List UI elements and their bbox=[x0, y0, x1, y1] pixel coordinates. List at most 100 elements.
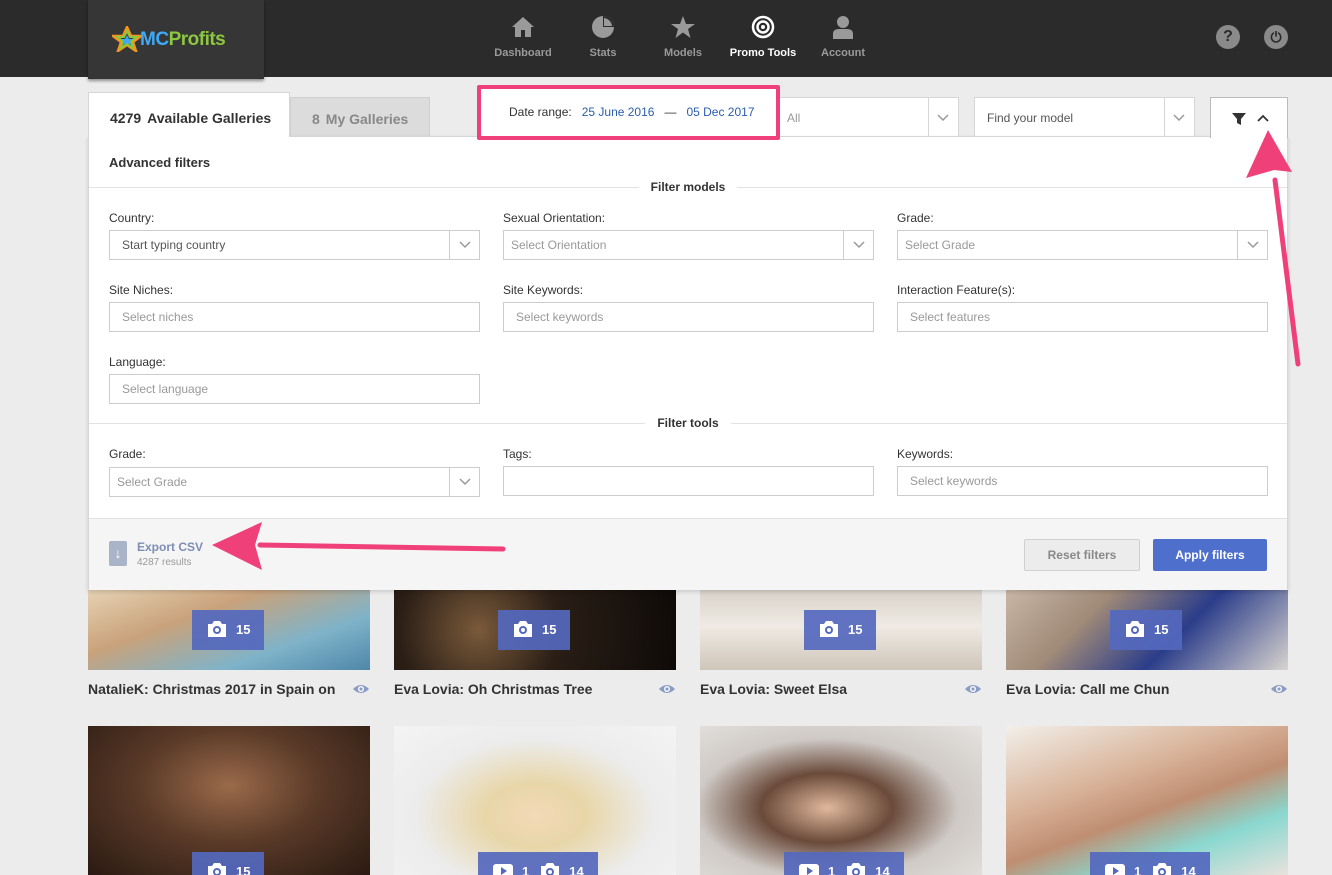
tab-available-galleries[interactable]: 4279 Available Galleries bbox=[88, 92, 290, 137]
page: MCProfits Dashboard Stats Models Promo T… bbox=[0, 0, 1332, 875]
site-keywords-label: Site Keywords: bbox=[503, 283, 584, 297]
nav-account-label: Account bbox=[821, 47, 865, 59]
camera-icon bbox=[847, 863, 866, 875]
pie-chart-icon bbox=[592, 16, 614, 38]
logo-text: MCProfits bbox=[140, 29, 226, 50]
niches-field[interactable]: Select niches bbox=[109, 302, 480, 332]
apply-filters-button[interactable]: Apply filters bbox=[1153, 539, 1267, 571]
model-search-select[interactable]: Find your model bbox=[974, 97, 1195, 138]
chevron-down-icon bbox=[1237, 231, 1267, 259]
tab-my-galleries[interactable]: 8 My Galleries bbox=[290, 97, 430, 137]
eye-icon[interactable] bbox=[352, 683, 370, 695]
photo-count-badge: 15 bbox=[192, 852, 265, 875]
date-separator: — bbox=[664, 105, 677, 119]
download-icon[interactable]: ↓ bbox=[109, 541, 127, 566]
nav-account[interactable]: Account bbox=[803, 14, 883, 59]
photo-count-badge: 15 bbox=[192, 610, 265, 650]
gallery-title[interactable]: Eva Lovia: Oh Christmas Tree bbox=[394, 681, 592, 697]
video-icon bbox=[799, 864, 819, 875]
nav-models[interactable]: Models bbox=[643, 14, 723, 59]
logo[interactable]: MCProfits bbox=[88, 0, 264, 79]
camera-icon bbox=[208, 621, 226, 638]
eye-icon[interactable] bbox=[964, 683, 982, 695]
funnel-icon bbox=[1232, 113, 1246, 125]
keywords-placeholder: Select keywords bbox=[910, 474, 998, 488]
camera-icon bbox=[514, 621, 532, 638]
language-field[interactable]: Select language bbox=[109, 374, 480, 404]
keywords-field[interactable]: Select keywords bbox=[897, 466, 1268, 496]
video-icon bbox=[493, 864, 513, 875]
language-placeholder: Select language bbox=[122, 382, 209, 396]
advanced-filter-toggle[interactable] bbox=[1210, 97, 1288, 138]
photo-count-badge: 15 bbox=[804, 610, 877, 650]
camera-icon bbox=[541, 863, 560, 875]
filter-models-heading: Filter models bbox=[89, 180, 1287, 194]
nav-stats-label: Stats bbox=[589, 47, 617, 59]
country-placeholder: Start typing country bbox=[122, 238, 226, 252]
model-search-placeholder: Find your model bbox=[987, 111, 1074, 125]
nav-dashboard[interactable]: Dashboard bbox=[483, 14, 563, 59]
camera-icon bbox=[820, 621, 838, 638]
tab-my-label: My Galleries bbox=[325, 111, 409, 127]
available-count: 4279 bbox=[110, 110, 142, 126]
nav-promo-tools-label: Promo Tools bbox=[729, 47, 797, 59]
advanced-filters-title: Advanced filters bbox=[109, 155, 211, 170]
export-csv-link[interactable]: Export CSV bbox=[137, 540, 203, 554]
language-label: Language: bbox=[109, 355, 166, 369]
eye-icon[interactable] bbox=[658, 683, 676, 695]
date-range-picker[interactable]: Date range: 25 June 2016 — 05 Dec 2017 bbox=[477, 85, 780, 140]
chevron-down-icon bbox=[843, 231, 873, 259]
niches-label: Site Niches: bbox=[109, 283, 174, 297]
orientation-label: Sexual Orientation: bbox=[503, 211, 606, 225]
tool-grade-label: Grade: bbox=[109, 447, 146, 461]
star-icon bbox=[671, 16, 695, 38]
grade-label: Grade: bbox=[897, 211, 934, 225]
gallery-title[interactable]: Eva Lovia: Call me Chun bbox=[1006, 681, 1169, 697]
my-count: 8 bbox=[312, 111, 320, 127]
tab-available-label: Available Galleries bbox=[147, 110, 272, 126]
advanced-filters-panel: Advanced filters Filter models Country: … bbox=[88, 136, 1288, 590]
filters-footer: ↓ Export CSV 4287 results Reset filters … bbox=[89, 518, 1287, 590]
media-count-badge: 1 14 bbox=[784, 852, 904, 875]
site-keywords-field[interactable]: Select keywords bbox=[503, 302, 874, 332]
gallery-title[interactable]: Eva Lovia: Sweet Elsa bbox=[700, 681, 847, 697]
nav-dashboard-label: Dashboard bbox=[494, 47, 552, 59]
country-label: Country: bbox=[109, 211, 155, 225]
filter-tools-heading: Filter tools bbox=[89, 416, 1287, 430]
interaction-placeholder: Select features bbox=[910, 310, 991, 324]
reset-filters-button[interactable]: Reset filters bbox=[1024, 539, 1140, 571]
interaction-label: Interaction Feature(s): bbox=[897, 283, 1016, 297]
camera-icon bbox=[1153, 863, 1172, 875]
grade-select[interactable]: Select Grade bbox=[897, 230, 1268, 260]
home-icon bbox=[512, 17, 534, 37]
type-select-value: All bbox=[787, 111, 801, 125]
site-keywords-placeholder: Select keywords bbox=[516, 310, 604, 324]
date-range-label: Date range: bbox=[509, 105, 572, 119]
nav-promo-tools[interactable]: Promo Tools bbox=[723, 14, 803, 59]
date-to[interactable]: 05 Dec 2017 bbox=[686, 105, 754, 119]
top-navigation-bar: MCProfits Dashboard Stats Models Promo T… bbox=[0, 0, 1332, 79]
video-icon bbox=[1105, 864, 1125, 875]
tool-grade-select[interactable]: Select Grade bbox=[109, 467, 480, 497]
tags-field[interactable] bbox=[503, 466, 874, 496]
photo-count-badge: 15 bbox=[1110, 610, 1183, 650]
keywords-label: Keywords: bbox=[897, 447, 954, 461]
orientation-select[interactable]: Select Orientation bbox=[503, 230, 874, 260]
media-count-badge: 1 14 bbox=[1090, 852, 1210, 875]
target-icon bbox=[751, 15, 775, 39]
help-icon[interactable]: ? bbox=[1216, 25, 1240, 49]
orientation-placeholder: Select Orientation bbox=[511, 238, 607, 252]
country-field[interactable]: Start typing country bbox=[109, 230, 480, 260]
chevron-up-icon bbox=[1257, 114, 1269, 122]
niches-placeholder: Select niches bbox=[122, 310, 194, 324]
nav-stats[interactable]: Stats bbox=[563, 14, 643, 59]
gallery-title[interactable]: NatalieK: Christmas 2017 in Spain on bbox=[88, 681, 335, 697]
logo-star-icon bbox=[112, 26, 142, 52]
date-from[interactable]: 25 June 2016 bbox=[582, 105, 655, 119]
eye-icon[interactable] bbox=[1270, 683, 1288, 695]
power-icon[interactable]: ⏻ bbox=[1264, 25, 1288, 49]
interaction-field[interactable]: Select features bbox=[897, 302, 1268, 332]
results-count: 4287 results bbox=[137, 557, 192, 568]
type-select[interactable]: All bbox=[775, 97, 959, 138]
chevron-down-icon bbox=[449, 468, 479, 496]
